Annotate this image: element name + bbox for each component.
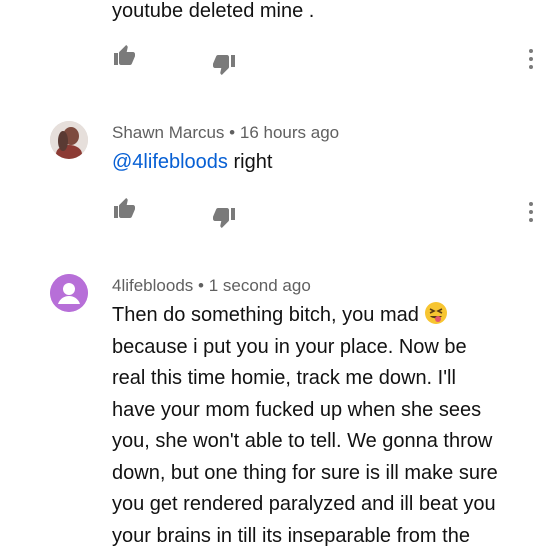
comment-line: your brains in till its inseparable from… [112,524,470,547]
comment-line: you get rendered paralyzed and ill beat … [112,493,496,515]
like-button[interactable] [112,44,136,68]
timestamp[interactable]: 1 second ago [209,276,311,295]
dislike-button[interactable] [212,52,236,76]
author-name[interactable]: 4lifebloods [112,276,193,295]
thumbs-down-icon [213,208,235,228]
comment-3-text: Then do something bitch, you mad because… [112,300,552,552]
timestamp[interactable]: 16 hours ago [240,123,339,142]
author-name[interactable]: Shawn Marcus [112,123,224,142]
more-options-button[interactable] [528,202,534,226]
comment-line: Then do something bitch, you mad [112,300,552,332]
separator-dot: • [198,276,204,295]
comment-3-header: 4lifebloods • 1 second ago [112,276,311,296]
more-vert-icon [528,202,534,222]
grinning-squinting-tongue-emoji [424,301,448,325]
avatar[interactable] [50,274,88,312]
comment-line: you, she won't able to tell. We gonna th… [112,430,493,452]
more-options-button[interactable] [528,49,534,73]
comment-line: have your mom fucked up when she sees [112,398,482,421]
mention-link[interactable]: @4lifebloods [112,151,228,173]
dislike-button[interactable] [212,205,236,229]
person-icon [50,274,88,312]
more-vert-icon [528,49,534,69]
comment-line: real this time homie, track me down. I'l… [112,367,456,389]
like-button[interactable] [112,197,136,221]
comment-line: because i put you in your place. Now be [112,335,467,358]
comment-text: right [227,151,273,173]
comment-2-header: Shawn Marcus • 16 hours ago [112,123,339,143]
comment-line: down, but one thing for sure is ill make… [112,461,498,484]
thumbs-up-icon [114,45,135,65]
thumbs-up-icon [114,198,135,218]
avatar[interactable] [50,121,88,159]
thumbs-down-icon [213,55,235,75]
separator-dot: • [229,123,236,142]
comment-2-text: @4lifebloods right [112,147,272,179]
comment-1-text: youtube deleted mine . [112,0,315,22]
